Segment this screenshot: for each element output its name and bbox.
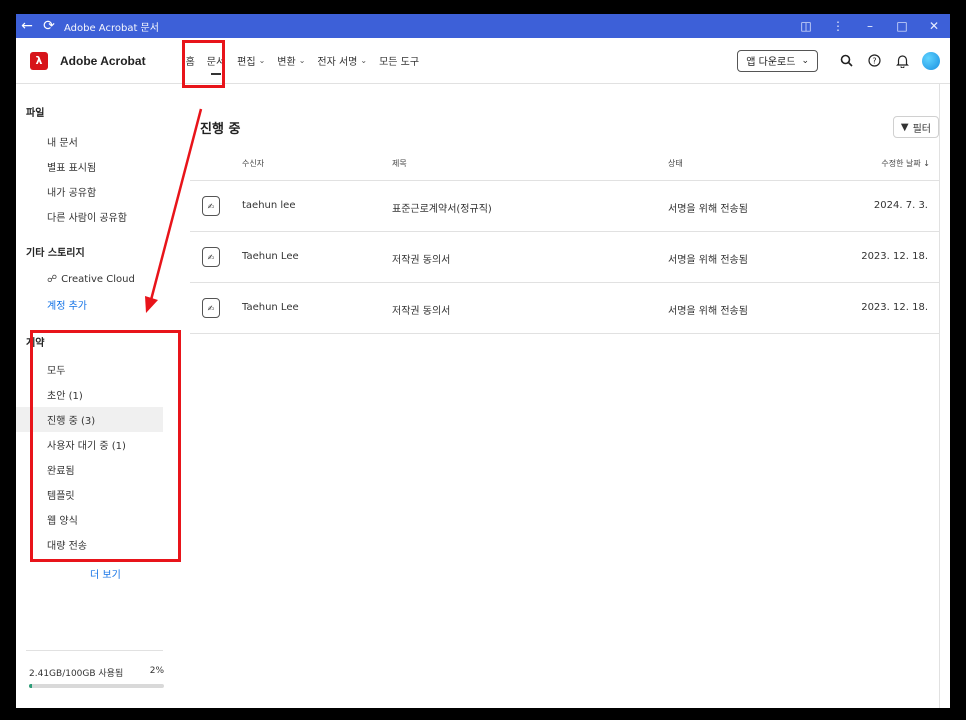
sidebar-item-creative-cloud[interactable]: ☍ Creative Cloud: [16, 267, 174, 292]
table-row[interactable]: ✍ Taehun Lee 저작권 동의서 서명을 위해 전송됨 2023. 12. 18…: [190, 232, 940, 283]
table-row[interactable]: ✍ taehun lee 표준근로계약서(정규직) 서명을 위해 전송됨 2024. 7…: [190, 181, 940, 232]
column-modified-label: 수정한 날짜: [881, 159, 921, 168]
agreements-table: ✍ taehun lee 표준근로계약서(정규직) 서명을 위해 전송됨 2024. 7…: [190, 180, 940, 334]
row-title: 표준근로계약서(정규직): [392, 204, 492, 215]
nav-item[interactable]: 모든 도구: [373, 38, 425, 84]
nav-item[interactable]: 전자 서명 ⌄: [311, 38, 373, 84]
app-window: ← ⟳ Adobe Acrobat 문서 ◫ ⋮ – □ ✕ λ Adobe A…: [16, 14, 950, 708]
nav-item[interactable]: 변환 ⌄: [271, 38, 311, 84]
row-recipient: taehun lee: [242, 200, 296, 211]
sidebar: 파일 내 문서 별표 표시됨 내가 공유함 다른 사람이 공유함 기타 스토리지 ☍ …: [16, 84, 181, 708]
column-status[interactable]: 상태: [668, 158, 683, 169]
close-button[interactable]: ✕: [918, 14, 950, 38]
sort-arrow-icon: ↓: [923, 159, 930, 168]
nav-item-label: 모든 도구: [379, 57, 420, 68]
brand-name[interactable]: Adobe Acrobat: [60, 54, 146, 68]
sidebar-item-file[interactable]: 별표 표시됨: [16, 154, 174, 179]
agreements-annotation-box: [30, 330, 181, 562]
window-title: Adobe Acrobat 문서: [64, 22, 159, 34]
app-header: λ Adobe Acrobat 홈 문서 편집 ⌄ 변환 ⌄ 전자 서명 ⌄ 모든 도구 앱 다…: [16, 38, 950, 88]
acrobat-logo-icon[interactable]: λ: [30, 51, 48, 70]
maximize-button[interactable]: □: [886, 14, 918, 38]
download-app-label: 앱 다운로드: [746, 57, 796, 68]
creative-cloud-label: Creative Cloud: [61, 274, 135, 285]
row-date: 2024. 7. 3.: [873, 200, 928, 211]
row-status: 서명을 위해 전송됨: [668, 255, 748, 266]
sidebar-item-file[interactable]: 내 문서: [16, 129, 174, 154]
row-recipient: Taehun Lee: [242, 302, 299, 313]
chevron-down-icon: ⌄: [360, 56, 368, 65]
extensions-icon[interactable]: ◫: [790, 14, 822, 38]
back-arrow-icon[interactable]: ←: [16, 14, 38, 38]
divider: [26, 650, 163, 651]
chevron-down-icon: ⌄: [258, 56, 266, 65]
document-sign-icon: ✍: [202, 196, 220, 216]
other-storage-title: 기타 스토리지: [26, 248, 85, 259]
storage-progress-bar: [29, 684, 164, 688]
svg-text:?: ?: [872, 57, 876, 66]
column-title[interactable]: 제목: [392, 158, 407, 169]
filter-icon: ▼: [900, 121, 909, 133]
column-modified[interactable]: 수정한 날짜 ↓: [881, 158, 930, 169]
row-title: 저작권 동의서: [392, 306, 451, 317]
title-bar: ← ⟳ Adobe Acrobat 문서 ◫ ⋮ – □ ✕: [16, 14, 950, 38]
nav-item-label: 편집: [237, 57, 256, 68]
nav-annotation-box: [182, 40, 225, 88]
row-date: 2023. 12. 18.: [861, 302, 928, 313]
filter-label: 필터: [912, 123, 931, 135]
document-sign-icon: ✍: [202, 247, 220, 267]
storage-usage-text: 2.41GB/100GB 사용됨: [29, 669, 124, 679]
help-icon[interactable]: ?: [860, 47, 888, 75]
files-section-title: 파일: [26, 108, 45, 119]
avatar[interactable]: [922, 51, 940, 70]
show-more-link[interactable]: 더 보기: [90, 566, 121, 581]
refresh-icon[interactable]: ⟳: [38, 14, 60, 38]
storage-percent: 2%: [149, 666, 164, 676]
table-header: 수신자 제목 상태 수정한 날짜 ↓: [190, 150, 940, 180]
page-title: 진행 중: [200, 122, 241, 137]
sidebar-item-file[interactable]: 내가 공유함: [16, 179, 174, 204]
search-icon[interactable]: [832, 47, 860, 75]
row-status: 서명을 위해 전송됨: [668, 204, 748, 215]
main-content: 진행 중 ▼ 필터 수신자 제목 상태 수정한 날짜 ↓ ✍ taehun lee…: [190, 84, 940, 708]
creative-cloud-icon: ☍: [47, 274, 58, 285]
download-app-button[interactable]: 앱 다운로드 ⌄: [737, 49, 818, 72]
add-account-link[interactable]: 계정 추가: [16, 292, 174, 317]
nav-item-label: 변환: [277, 57, 296, 68]
table-row[interactable]: ✍ Taehun Lee 저작권 동의서 서명을 위해 전송됨 2023. 12. 18…: [190, 283, 940, 334]
row-status: 서명을 위해 전송됨: [668, 306, 748, 317]
row-recipient: Taehun Lee: [242, 251, 299, 262]
nav-item-label: 전자 서명: [317, 57, 358, 68]
sidebar-item-file[interactable]: 다른 사람이 공유함: [16, 204, 174, 229]
chevron-down-icon: ⌄: [298, 56, 306, 65]
row-title: 저작권 동의서: [392, 255, 451, 266]
minimize-button[interactable]: –: [854, 14, 886, 38]
bell-icon[interactable]: [888, 47, 916, 75]
storage-progress-fill: [29, 684, 32, 688]
column-recipient[interactable]: 수신자: [242, 158, 264, 169]
chevron-down-icon: ⌄: [801, 55, 809, 66]
document-sign-icon: ✍: [202, 298, 220, 318]
row-date: 2023. 12. 18.: [861, 251, 928, 262]
more-options-icon[interactable]: ⋮: [822, 14, 854, 38]
storage-usage: 2.41GB/100GB 사용됨 2%: [29, 666, 164, 679]
nav-item[interactable]: 편집 ⌄: [231, 38, 271, 84]
filter-button[interactable]: ▼ 필터: [892, 116, 939, 138]
